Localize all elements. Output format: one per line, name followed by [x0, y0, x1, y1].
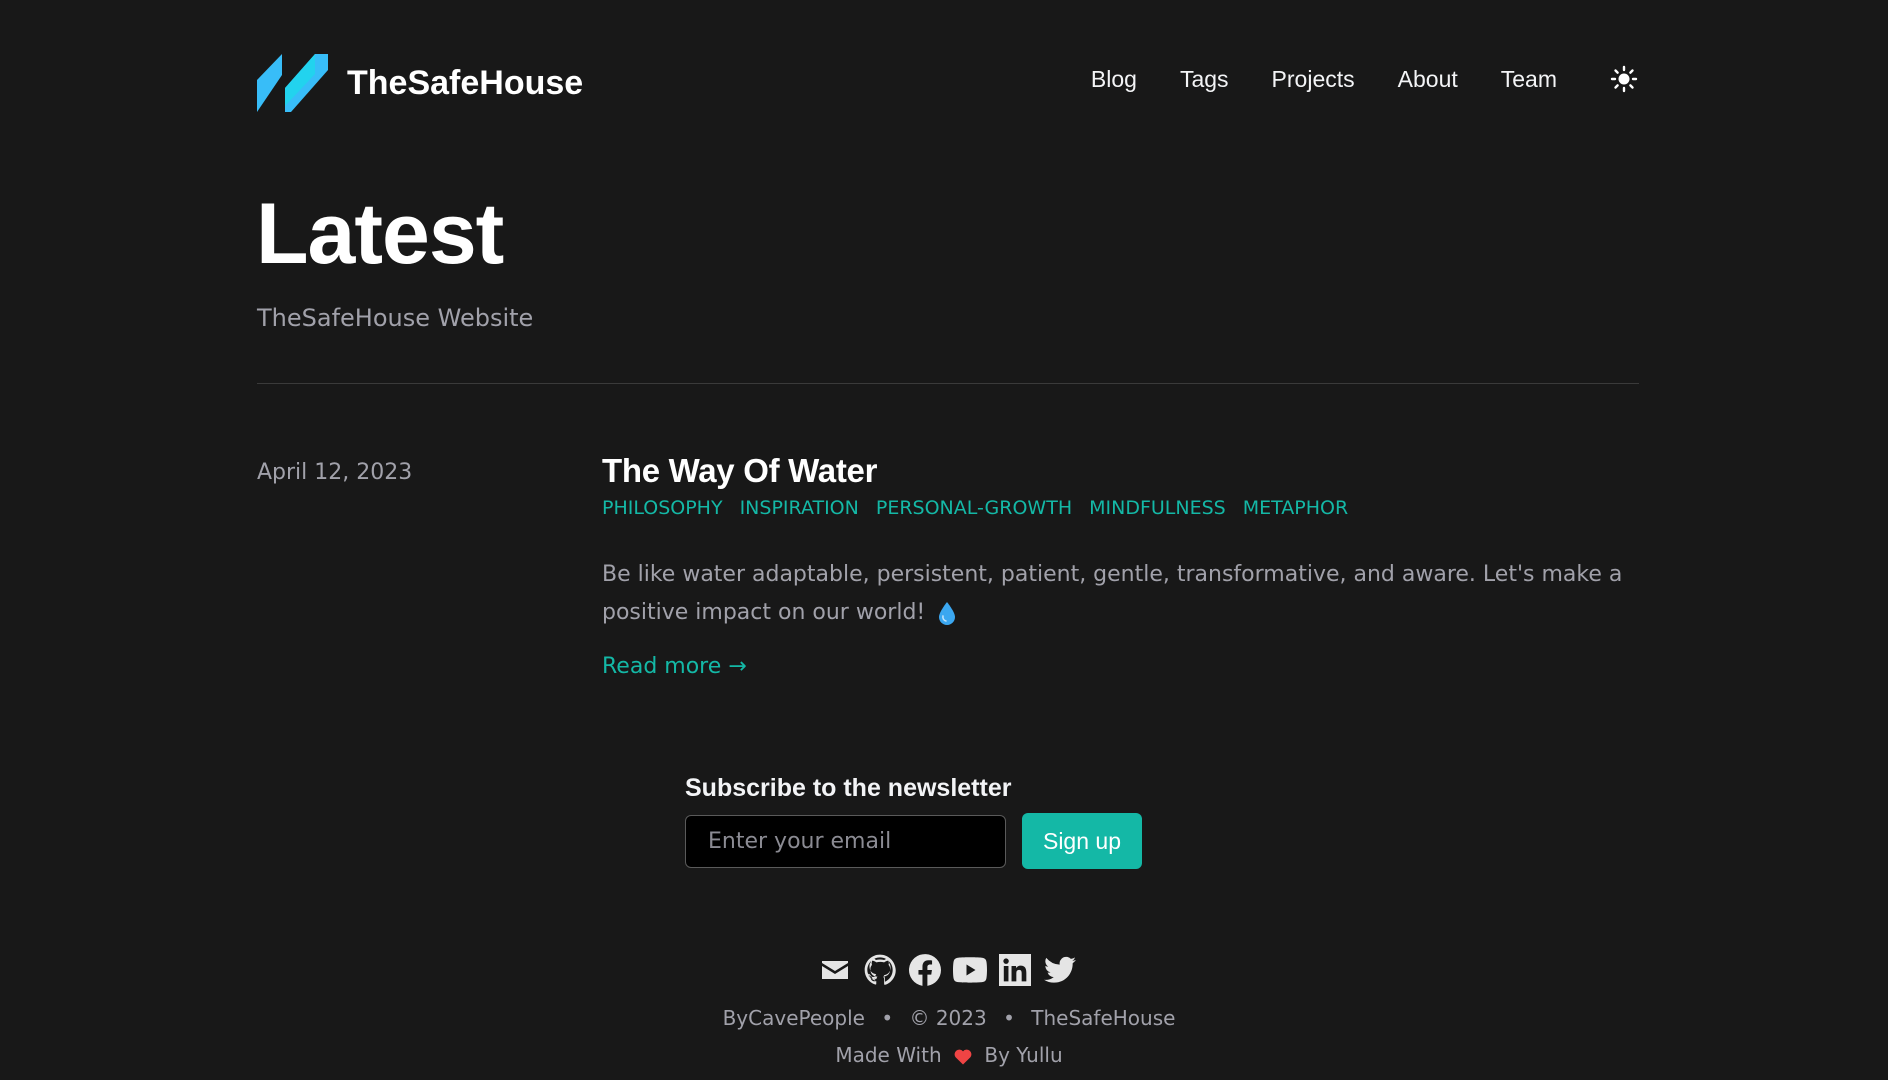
read-more-link[interactable]: Read more → — [602, 654, 747, 679]
nav-about[interactable]: About — [1398, 66, 1458, 93]
page-subtitle: TheSafeHouse Website — [257, 304, 534, 332]
tag-metaphor[interactable]: METAPHOR — [1243, 494, 1348, 522]
github-icon — [864, 954, 896, 985]
page-title: Latest — [256, 186, 504, 282]
footer-author: ByCavePeople — [722, 1006, 865, 1030]
tag-personal-growth[interactable]: PERSONAL-GROWTH — [876, 494, 1072, 522]
divider — [257, 383, 1639, 384]
signup-button[interactable]: Sign up — [1022, 813, 1142, 869]
post-date: April 12, 2023 — [257, 460, 413, 485]
sun-icon — [1610, 65, 1638, 93]
footer-made-with: Made With By Yullu — [5, 1043, 1888, 1067]
footer-separator: • — [1003, 1006, 1015, 1030]
newsletter-form: Sign up — [685, 813, 1142, 869]
nav-tags[interactable]: Tags — [1180, 66, 1229, 93]
github-link[interactable] — [863, 953, 897, 987]
tag-philosophy[interactable]: PHILOSOPHY — [602, 494, 723, 522]
linkedin-link[interactable] — [998, 953, 1032, 987]
newsletter-title: Subscribe to the newsletter — [685, 774, 1012, 802]
post-title-link[interactable]: The Way Of Water — [602, 448, 1642, 494]
footer-made-with-text: Made With — [835, 1043, 942, 1067]
nav-projects[interactable]: Projects — [1272, 66, 1355, 93]
facebook-link[interactable] — [908, 953, 942, 987]
twitter-icon — [1043, 956, 1076, 983]
theme-toggle-button[interactable] — [1609, 64, 1639, 94]
mail-link[interactable] — [818, 953, 852, 987]
heart-icon — [954, 1049, 972, 1064]
post-summary-text: Be like water adaptable, persistent, pat… — [602, 562, 1623, 625]
newsletter-section: Subscribe to the newsletter Sign up — [685, 774, 1142, 869]
water-drop-icon — [939, 602, 956, 625]
social-links — [3, 953, 1888, 987]
twitter-link[interactable] — [1043, 953, 1077, 987]
youtube-icon — [952, 957, 987, 983]
footer-site-link[interactable]: TheSafeHouse — [1031, 1006, 1175, 1030]
footer-credits: ByCavePeople • © 2023 • TheSafeHouse — [5, 1006, 1888, 1030]
tag-inspiration[interactable]: INSPIRATION — [740, 494, 859, 522]
footer-separator: • — [881, 1006, 894, 1030]
facebook-icon — [908, 954, 941, 986]
post-summary: Be like water adaptable, persistent, pat… — [602, 556, 1642, 632]
page: TheSafeHouse Blog Tags Projects About Te… — [0, 0, 1888, 1080]
brand-name: TheSafeHouse — [347, 63, 584, 102]
post-card: The Way Of Water PHILOSOPHY INSPIRATION … — [602, 448, 1642, 679]
nav-blog[interactable]: Blog — [1091, 66, 1137, 93]
email-input[interactable] — [685, 814, 1006, 868]
linkedin-icon — [998, 954, 1031, 986]
footer-by-author: By Yullu — [984, 1043, 1063, 1067]
tag-mindfulness[interactable]: MINDFULNESS — [1089, 494, 1226, 522]
main-nav: Blog Tags Projects About Team — [1048, 64, 1639, 94]
footer-copyright: © 2023 — [909, 1006, 987, 1030]
site-header: TheSafeHouse Blog Tags Projects About Te… — [257, 48, 1639, 118]
nav-team[interactable]: Team — [1501, 66, 1557, 93]
post-tags: PHILOSOPHY INSPIRATION PERSONAL-GROWTH M… — [602, 494, 1642, 522]
youtube-link[interactable] — [952, 953, 987, 987]
logo-icon — [257, 54, 328, 112]
brand-home-link[interactable]: TheSafeHouse — [257, 54, 583, 112]
mail-icon — [821, 961, 848, 979]
